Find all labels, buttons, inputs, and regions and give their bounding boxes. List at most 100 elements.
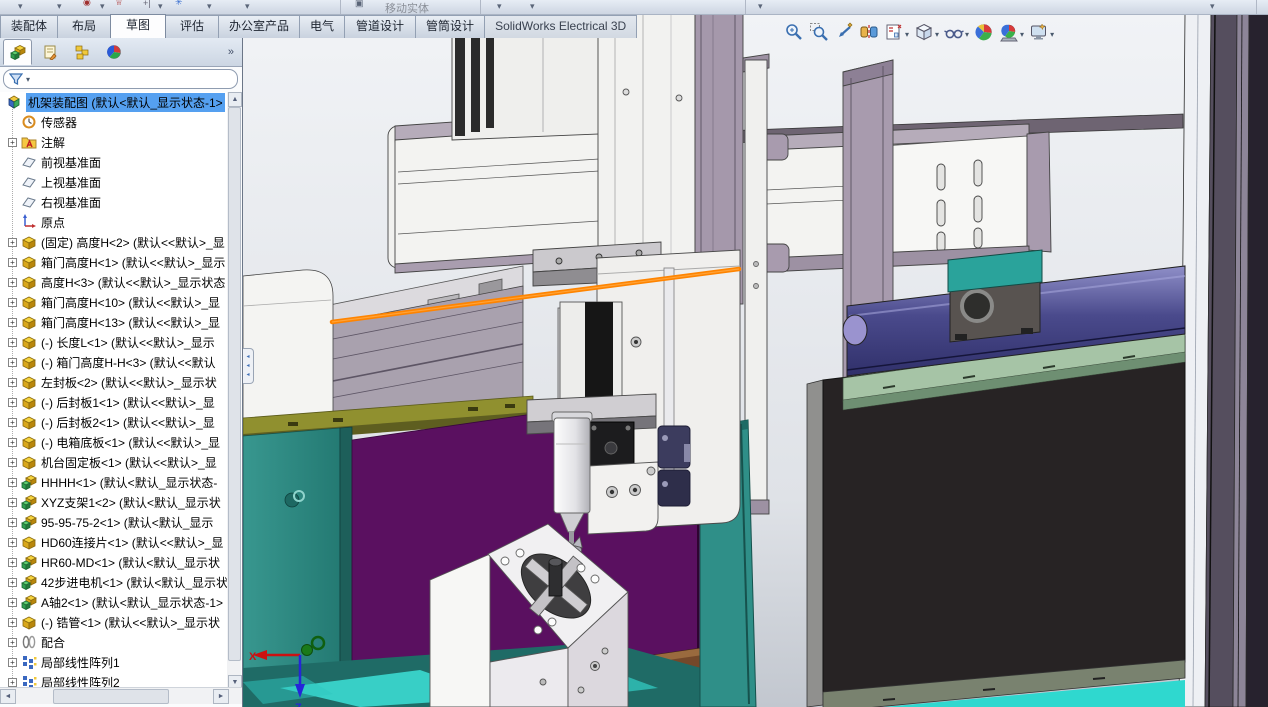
ribbon-tab-6[interactable]: 电气: [299, 15, 345, 38]
tree-expander[interactable]: +: [8, 238, 17, 247]
tree-item-1[interactable]: 机架装配图 (默认<默认_显示状态-1>: [0, 92, 228, 112]
tree-expander[interactable]: +: [8, 278, 17, 287]
ribbon-tab-2[interactable]: 布局: [57, 15, 111, 38]
filter-caret[interactable]: ▾: [26, 75, 30, 84]
tree-expander[interactable]: +: [8, 518, 17, 527]
tree-expander[interactable]: +: [8, 538, 17, 547]
configuration-manager-tab[interactable]: [67, 39, 96, 65]
toolbar-dropdown-caret[interactable]: ▾: [497, 1, 502, 12]
tree-item-3[interactable]: +注解: [0, 132, 228, 152]
ribbon-tab-1[interactable]: 装配体: [0, 15, 58, 38]
tree-expander[interactable]: +: [8, 438, 17, 447]
display-style-button[interactable]: ▾: [913, 21, 940, 48]
vertical-scroll-thumb[interactable]: [228, 107, 241, 661]
panel-flyout-arrows[interactable]: ◂◂◂: [243, 348, 254, 384]
tree-expander[interactable]: +: [8, 618, 17, 627]
tree-expander[interactable]: +: [8, 338, 17, 347]
ribbon-tab-9[interactable]: SolidWorks Electrical 3D: [484, 15, 637, 38]
tree-expander[interactable]: +: [8, 478, 17, 487]
tree-item-25[interactable]: +42步进电机<1> (默认<默认_显示状: [0, 572, 228, 592]
tree-item-17[interactable]: +(-) 后封板2<1> (默认<<默认>_显: [0, 412, 228, 432]
tree-expander[interactable]: +: [8, 678, 17, 687]
tree-item-7[interactable]: 原点: [0, 212, 228, 232]
toolbar-dropdown-caret[interactable]: ▾: [530, 1, 535, 12]
tree-item-11[interactable]: +箱门高度H<10> (默认<<默认>_显: [0, 292, 228, 312]
tree-expander[interactable]: +: [8, 378, 17, 387]
tree-vertical-scrollbar[interactable]: ▲ ▼: [227, 92, 241, 690]
scroll-left-button[interactable]: ◄: [0, 689, 16, 704]
toolbar-icon-fragment[interactable]: ♕: [115, 0, 123, 8]
scroll-right-button[interactable]: ►: [213, 689, 229, 704]
tree-item-10[interactable]: +高度H<3> (默认<<默认>_显示状态: [0, 272, 228, 292]
dropdown-caret[interactable]: ▾: [935, 30, 939, 39]
hide-show-items-button[interactable]: ▾: [943, 21, 970, 48]
zoom-to-area-button[interactable]: [808, 21, 830, 48]
feature-manager-tab[interactable]: [3, 39, 32, 65]
tree-expander[interactable]: +: [8, 458, 17, 467]
graphics-area[interactable]: X Z ▾ ▾ ▾ ▾ ▾ ◂◂◂: [243, 14, 1268, 707]
tree-expander[interactable]: +: [8, 658, 17, 667]
tree-item-26[interactable]: +A轴2<1> (默认<默认_显示状态-1>: [0, 592, 228, 612]
panel-overflow-button[interactable]: »: [228, 46, 234, 58]
tree-expander[interactable]: +: [8, 258, 17, 267]
tree-item-4[interactable]: 前视基准面: [0, 152, 228, 172]
section-view-button[interactable]: [858, 21, 880, 48]
move-entities-label[interactable]: 移动实体: [385, 0, 429, 15]
tree-item-28[interactable]: +配合: [0, 632, 228, 652]
tree-item-9[interactable]: +箱门高度H<1> (默认<<默认>_显示: [0, 252, 228, 272]
tree-expander[interactable]: +: [8, 498, 17, 507]
tree-expander[interactable]: +: [8, 358, 17, 367]
tree-item-6[interactable]: 右视基准面: [0, 192, 228, 212]
tree-item-8[interactable]: +(固定) 高度H<2> (默认<<默认>_显: [0, 232, 228, 252]
toolbar-icon-fragment[interactable]: +|: [143, 0, 151, 8]
tree-item-20[interactable]: +HHHH<1> (默认<默认_显示状态-: [0, 472, 228, 492]
toolbar-dropdown-caret[interactable]: ▾: [57, 1, 62, 12]
toolbar-icon-fragment[interactable]: ◉: [83, 0, 91, 8]
scroll-up-button[interactable]: ▲: [228, 92, 242, 107]
ribbon-tab-8[interactable]: 管筒设计: [415, 15, 485, 38]
tree-item-22[interactable]: +95-95-75-2<1> (默认<默认_显示: [0, 512, 228, 532]
toolbar-dropdown-caret[interactable]: ▾: [18, 1, 23, 12]
dropdown-caret[interactable]: ▾: [1050, 30, 1054, 39]
tree-item-27[interactable]: +(-) 锆管<1> (默认<<默认>_显示状: [0, 612, 228, 632]
display-manager-tab[interactable]: [99, 39, 128, 65]
tree-item-16[interactable]: +(-) 后封板1<1> (默认<<默认>_显: [0, 392, 228, 412]
tree-expander[interactable]: +: [8, 578, 17, 587]
tree-item-24[interactable]: +HR60-MD<1> (默认<默认_显示状: [0, 552, 228, 572]
ribbon-tab-3[interactable]: 草图: [110, 14, 166, 38]
dropdown-caret[interactable]: ▾: [905, 30, 909, 39]
tree-filter[interactable]: ▾: [3, 69, 238, 89]
toolbar-dropdown-caret[interactable]: ▾: [1210, 1, 1215, 12]
tree-item-15[interactable]: +左封板<2> (默认<<默认>_显示状: [0, 372, 228, 392]
toolbar-icon-fragment[interactable]: ✳: [175, 0, 183, 8]
apply-scene-button[interactable]: ▾: [998, 21, 1025, 48]
tree-item-14[interactable]: +(-) 箱门高度H-H<3> (默认<<默认: [0, 352, 228, 372]
toolbar-dropdown-caret[interactable]: ▾: [245, 1, 250, 12]
tree-item-13[interactable]: +(-) 长度L<1> (默认<<默认>_显示: [0, 332, 228, 352]
tree-expander[interactable]: +: [8, 638, 17, 647]
tree-item-12[interactable]: +箱门高度H<13> (默认<<默认>_显: [0, 312, 228, 332]
tree-expander[interactable]: +: [8, 418, 17, 427]
tree-expander[interactable]: +: [8, 558, 17, 567]
tree-horizontal-scrollbar[interactable]: ◄ ►: [0, 687, 242, 704]
toolbar-dropdown-caret[interactable]: ▾: [207, 1, 212, 12]
ribbon-tab-4[interactable]: 评估: [165, 15, 219, 38]
tree-item-29[interactable]: +局部线性阵列1: [0, 652, 228, 672]
previous-view-button[interactable]: [833, 21, 855, 48]
tree-item-19[interactable]: +机台固定板<1> (默认<<默认>_显: [0, 452, 228, 472]
tree-expander[interactable]: +: [8, 398, 17, 407]
dropdown-caret[interactable]: ▾: [1020, 30, 1024, 39]
view-orientation-button[interactable]: ▾: [883, 21, 910, 48]
ribbon-tab-7[interactable]: 管道设计: [344, 15, 416, 38]
move-entities-icon[interactable]: ▣: [355, 0, 364, 9]
tree-expander[interactable]: +: [8, 598, 17, 607]
tree-expander[interactable]: +: [8, 298, 17, 307]
tree-item-5[interactable]: 上视基准面: [0, 172, 228, 192]
horizontal-scroll-thumb[interactable]: [53, 689, 169, 704]
tree-item-21[interactable]: +XYZ支架1<2> (默认<默认_显示状: [0, 492, 228, 512]
toolbar-dropdown-caret[interactable]: ▾: [758, 1, 763, 12]
tree-item-2[interactable]: 传感器: [0, 112, 228, 132]
3d-model-view[interactable]: X Z: [243, 14, 1268, 707]
tree-item-23[interactable]: +HD60连接片<1> (默认<<默认>_显: [0, 532, 228, 552]
edit-appearance-button[interactable]: [973, 21, 995, 48]
